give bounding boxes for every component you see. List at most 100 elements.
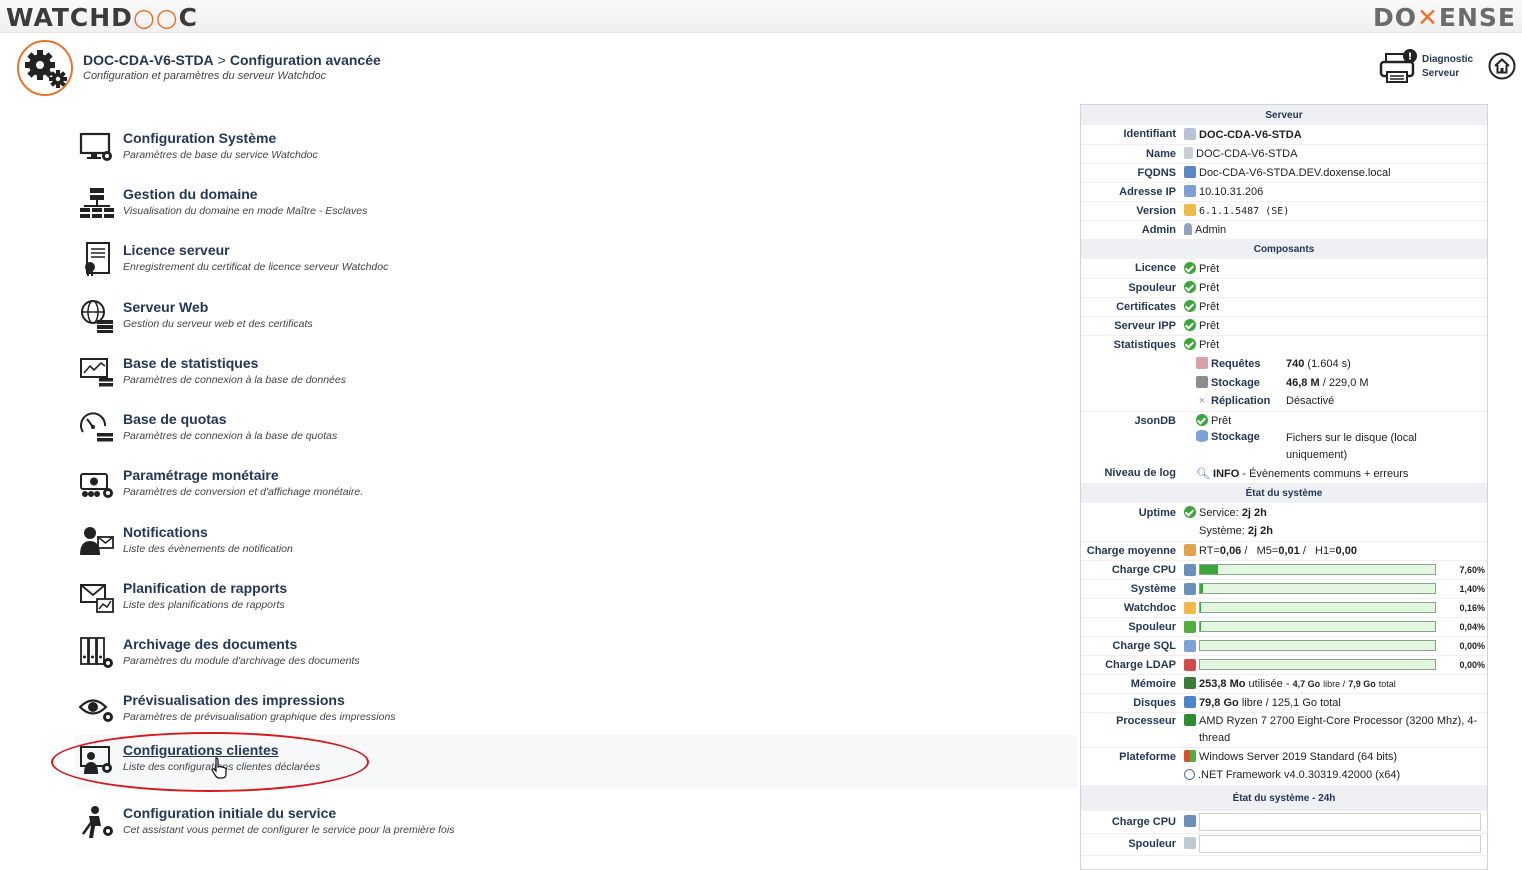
- monitor-gear-icon: [79, 132, 112, 161]
- load-bar: [1199, 659, 1436, 670]
- cpu-icon: [1184, 814, 1196, 827]
- dotnet-icon: [1184, 769, 1195, 781]
- check-icon: [1184, 281, 1196, 293]
- requests-icon: [1196, 357, 1208, 369]
- disk-icon: [1184, 696, 1196, 708]
- menu-desc: Visualisation du domaine en mode Maître …: [123, 205, 368, 217]
- check-icon: [1184, 261, 1196, 274]
- clock-icon: [1184, 506, 1196, 518]
- database-icon: [1196, 430, 1208, 442]
- menu-desc: Liste des planifications de rapports: [123, 599, 285, 611]
- load-bar: [1199, 602, 1436, 613]
- check-icon: [1184, 300, 1196, 312]
- globe-server-icon: [81, 300, 113, 333]
- memory-icon: [1184, 677, 1196, 689]
- menu-item-gestion-domaine[interactable]: Gestion du domaine Visualisation du doma…: [75, 179, 1078, 233]
- menu-item-base-quotas[interactable]: Base de quotas Paramètres de connexion à…: [75, 404, 1078, 458]
- menu-title: Planification de rapports: [123, 580, 288, 596]
- menu-item-serveur-web[interactable]: Serveur Web Gestion du serveur web et de…: [75, 292, 1078, 346]
- load-percent: 0,16%: [1459, 602, 1485, 613]
- menu-title: Licence serveur: [123, 242, 230, 258]
- load-bar-row: Charge LDAP 0,00%: [1081, 655, 1487, 675]
- menu-item-notifications[interactable]: Notifications Liste des évènements de no…: [75, 517, 1078, 571]
- menu-title: Archivage des documents: [123, 636, 298, 652]
- hand-cursor-icon: [211, 757, 227, 779]
- menu-desc: Paramètres de connexion à la base de quo…: [123, 430, 338, 442]
- network-icon: [1184, 166, 1196, 178]
- load-percent: 1,40%: [1459, 583, 1485, 594]
- menu-item-configuration-systeme[interactable]: Configuration Système Paramètres de base…: [75, 123, 1078, 177]
- section-composants: Composants: [1081, 239, 1487, 259]
- load-bar-fill: [1200, 565, 1218, 574]
- menu-desc: Paramètres de conversion et d'affichage …: [123, 486, 364, 498]
- certificate-icon: [85, 242, 110, 276]
- load-bar-row: Charge SQL 0,00%: [1081, 636, 1487, 656]
- mail-chart-icon: [80, 584, 114, 613]
- load-bar: [1199, 621, 1436, 632]
- menu-title: Gestion du domaine: [123, 186, 258, 202]
- menu-item-planification-rapports[interactable]: Planification de rapports Liste des plan…: [75, 573, 1078, 627]
- wizard-gear-icon: [81, 806, 113, 838]
- home-icon: [1488, 52, 1516, 80]
- doxense-logo: DO✕ENSE: [1372, 3, 1516, 32]
- check-icon: [1184, 338, 1196, 351]
- menu-desc: Paramètres de base du service Watchdoc: [123, 149, 318, 161]
- load-percent: 0,00%: [1459, 659, 1485, 670]
- gauge-icon: [1184, 544, 1196, 556]
- menu-item-parametrage-monetaire[interactable]: Paramétrage monétaire Paramètres de conv…: [75, 460, 1078, 514]
- menu-desc: Paramètres de prévisualisation graphique…: [123, 711, 396, 723]
- menu-title: Base de quotas: [123, 411, 227, 427]
- menu-item-previsualisation-impressions[interactable]: Prévisualisation des impressions Paramèt…: [75, 685, 1078, 739]
- menu-title: Serveur Web: [123, 299, 209, 315]
- home-button[interactable]: [1488, 52, 1516, 80]
- load-bar-row: Charge CPU 7,60%: [1081, 560, 1487, 580]
- menu-title: Base de statistiques: [123, 355, 259, 371]
- top-bar: WATCHD○○C DO✕ENSE: [0, 0, 1522, 33]
- highlight-annotation: [51, 732, 369, 792]
- section-etat-systeme: État du système: [1081, 483, 1487, 503]
- money-gear-icon: [80, 473, 113, 498]
- spooler-icon: [1184, 836, 1196, 849]
- watchdoc-icon: [1184, 601, 1196, 614]
- load-bar: [1199, 564, 1436, 575]
- cross-icon: ×: [1198, 395, 1206, 408]
- gears-icon: [17, 40, 73, 96]
- menu-item-base-statistiques[interactable]: Base de statistiques Paramètres de conne…: [75, 348, 1078, 402]
- load-bar-row: Watchdoc 0,16%: [1081, 598, 1487, 618]
- search-icon: 🔍︎: [1196, 467, 1210, 480]
- load-percent: 7,60%: [1459, 564, 1485, 575]
- windows-icon: [1184, 750, 1196, 763]
- breadcrumb-server[interactable]: DOC-CDA-V6-STDA: [83, 52, 214, 68]
- cpu-icon: [1184, 582, 1196, 595]
- page-title: Configuration avancée: [229, 52, 381, 68]
- ip-icon: [1184, 185, 1196, 197]
- stats-database-icon: [80, 358, 113, 387]
- breadcrumb: DOC-CDA-V6-STDA > Configuration avancée: [83, 52, 381, 68]
- processor-icon: [1184, 713, 1196, 726]
- page-subtitle: Configuration et paramètres du serveur W…: [83, 70, 327, 82]
- spooler-24h-chart: [1199, 835, 1481, 853]
- menu-title: Configuration Système: [123, 130, 277, 146]
- menu-desc: Gestion du serveur web et des certificat…: [123, 318, 313, 330]
- menu-desc: Paramètres de connexion à la base de don…: [123, 374, 346, 386]
- menu-desc: Cet assistant vous permet de configurer …: [123, 824, 455, 836]
- ldap-icon: [1184, 658, 1196, 671]
- check-icon: [1196, 414, 1208, 427]
- cpu-24h-chart: [1199, 812, 1481, 831]
- check-icon: [1184, 319, 1196, 331]
- menu-item-configuration-initiale[interactable]: Configuration initiale du service Cet as…: [75, 798, 1078, 852]
- server-info-panel: Serveur Identifiant DOC-CDA-V6-STDA Name…: [1080, 104, 1488, 870]
- windows-icon: [1184, 620, 1196, 633]
- menu-desc: Paramètres du module d'archivage des doc…: [123, 655, 360, 667]
- load-bar-row: Spouleur 0,04%: [1081, 617, 1487, 637]
- server-tree-icon: [80, 188, 114, 218]
- database-icon: [1184, 639, 1196, 652]
- menu-item-archivage-documents[interactable]: Archivage des documents Paramètres du mo…: [75, 629, 1078, 683]
- diagnostic-button[interactable]: ! Diagnostic Serveur: [1378, 48, 1478, 88]
- storage-icon: [1196, 376, 1208, 388]
- version-icon: [1184, 204, 1196, 216]
- user-mail-icon: [80, 527, 114, 555]
- printer-alert-icon: !: [1379, 49, 1417, 83]
- menu-item-licence-serveur[interactable]: Licence serveur Enregistrement du certif…: [75, 235, 1078, 289]
- section-etat-24h: État du système - 24h: [1081, 785, 1487, 811]
